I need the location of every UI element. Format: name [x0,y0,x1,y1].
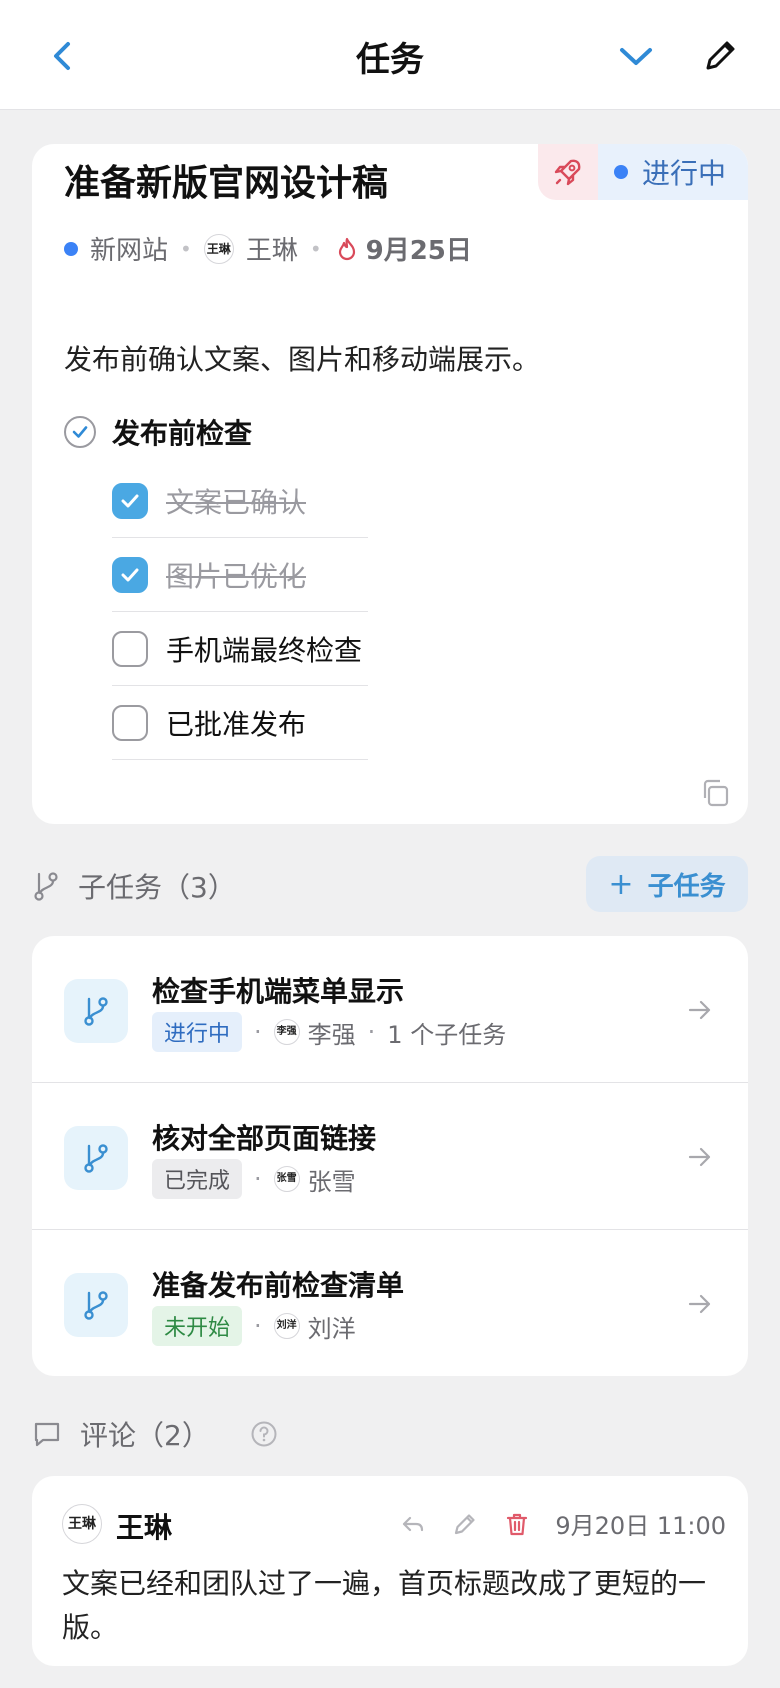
help-icon[interactable] [250,1420,278,1448]
arrow-right-icon [688,1000,711,1020]
separator-dot: · [254,1165,262,1193]
subtask-count: 1 个子任务 [387,1020,507,1049]
status-text: 进行中 [641,157,726,190]
checklist-item[interactable]: 文案已确认 [112,464,368,538]
checklist-header[interactable]: 发布前检查 [64,412,252,452]
separator-dot: · [367,1018,376,1046]
subtask-meta: 已完成 · 张雪 张雪 [152,1159,356,1199]
flame-icon [338,237,355,260]
subtask-assignee: 张雪 [307,1167,356,1196]
subtask-meta: 未开始 · 刘洋 刘洋 [152,1306,356,1346]
top-bar: 任务 [0,0,780,110]
comment-actions: 9月20日 11:00 [399,1506,726,1541]
comments-header: 评论（2） [32,1414,296,1454]
task-description: 发布前确认文案、图片和移动端展示。 [64,343,541,376]
status-badge: 进行中 [152,1012,243,1052]
checklist-item-label: 文案已确认 [166,485,307,519]
page-title: 任务 [356,40,424,80]
task-title: 准备新版官网设计稿 [64,163,389,204]
chevron-down-icon[interactable] [614,34,658,78]
branch-icon [64,1126,128,1190]
edit-pencil-icon[interactable] [698,34,742,78]
subtask-title: 准备发布前检查清单 [152,1269,405,1302]
separator-dot: · [254,1018,262,1046]
separator-dot: · [254,1312,262,1340]
checklist-item[interactable]: 手机端最终检查 [112,612,368,686]
subtasks-title: 子任务（3） [78,871,236,904]
comment-body: 文案已经和团队过了一遍，首页标题改成了更短的一版。 [62,1567,707,1644]
status-label-box[interactable]: 进行中 [597,144,748,200]
comment-author: 王琳 [116,1511,173,1544]
branch-icon [34,872,58,901]
branch-icon [64,979,128,1043]
comment-icon [34,1422,60,1447]
separator-dot: • [309,236,322,261]
status-pill[interactable]: 进行中 [537,144,748,200]
check-circle-icon[interactable] [64,416,96,448]
checkbox-unchecked[interactable] [112,630,148,667]
checklist-item-label: 图片已优化 [166,559,307,593]
checklist-item-label: 已批准发布 [166,707,307,741]
subtask-row[interactable]: 核对全部页面链接 已完成 · 张雪 张雪 [32,1083,748,1230]
status-badge: 未开始 [152,1306,243,1346]
checklist-title: 发布前检查 [112,417,253,450]
subtask-assignee: 李强 [307,1020,356,1049]
checkbox-checked[interactable] [112,556,148,593]
avatar: 李强 [273,1019,300,1045]
task-card: 准备新版官网设计稿 进行中 新网站 • 王琳 王琳 • 9月25日 发布前确认文… [32,144,748,824]
branch-icon [64,1273,128,1337]
comments-title: 评论（2） [80,1419,210,1452]
avatar: 刘洋 [273,1313,300,1339]
subtask-meta: 进行中 · 李强 李强 · 1 个子任务 [152,1012,506,1052]
status-badge: 已完成 [152,1159,243,1199]
subtask-row[interactable]: 准备发布前检查清单 未开始 · 刘洋 刘洋 [32,1230,748,1376]
checkbox-unchecked[interactable] [112,704,148,741]
plus-icon: + [608,866,634,902]
assignee-name[interactable]: 王琳 [246,230,298,267]
task-meta: 新网站 • 王琳 王琳 • 9月25日 [64,230,472,267]
project-name[interactable]: 新网站 [90,230,168,267]
arrow-right-icon [688,1147,711,1167]
checklist: 文案已确认 图片已优化 手机端最终检查 已批准发布 [112,464,368,760]
subtasks-header: 子任务（3） [32,866,236,906]
trash-icon[interactable] [503,1510,531,1538]
avatar: 张雪 [273,1166,300,1192]
checklist-item[interactable]: 已批准发布 [112,686,368,760]
reply-icon[interactable] [399,1510,427,1538]
arrow-right-icon [688,1294,711,1314]
separator-dot: • [180,236,192,261]
avatar: 王琳 [62,1504,102,1544]
subtask-assignee: 刘洋 [307,1314,356,1343]
checkbox-checked[interactable] [112,482,148,519]
avatar: 王琳 [203,233,234,264]
subtask-title: 检查手机端菜单显示 [152,975,405,1008]
subtask-title: 核对全部页面链接 [152,1122,377,1155]
comment-card: 王琳 王琳 9月20日 11:00 文案已经和团队过了一遍，首页标题改成了更短的… [32,1476,748,1666]
add-subtask-label: 子任务 [647,871,726,902]
add-subtask-button[interactable]: + 子任务 [586,856,748,912]
edit-pencil-icon[interactable] [451,1510,479,1538]
status-dot [613,165,628,179]
due-date[interactable]: 9月25日 [366,230,472,267]
checklist-item[interactable]: 图片已优化 [112,538,368,612]
checklist-item-label: 手机端最终检查 [166,633,363,667]
subtask-row[interactable]: 检查手机端菜单显示 进行中 · 李强 李强 · 1 个子任务 [32,936,748,1083]
rocket-icon[interactable] [537,144,598,200]
copy-icon[interactable] [698,776,732,810]
comment-time: 9月20日 11:00 [555,1512,726,1540]
project-dot [64,241,78,256]
subtasks-list: 检查手机端菜单显示 进行中 · 李强 李强 · 1 个子任务 核对全部页面链接 … [32,936,748,1376]
